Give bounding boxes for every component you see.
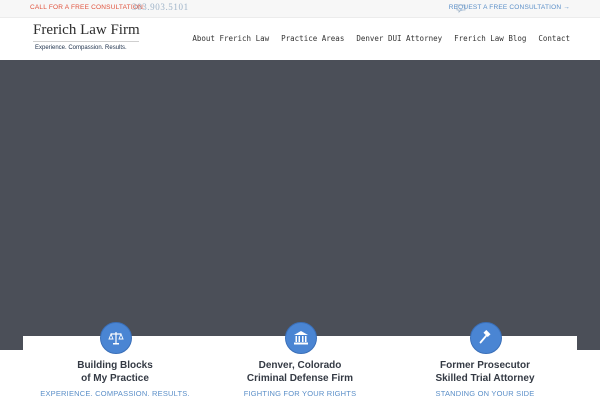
nav-item-practice-areas[interactable]: Practice Areas <box>281 34 344 43</box>
feature-subtitle: EXPERIENCE. COMPASSION. RESULTS. <box>40 389 190 398</box>
nav-item-contact[interactable]: Contact <box>538 34 570 43</box>
feature-icon-circle <box>285 322 317 354</box>
gavel-icon <box>479 330 491 344</box>
feature-title: Former Prosecutor Skilled Trial Attorney <box>393 359 577 385</box>
courthouse-icon <box>294 331 308 345</box>
nav-item-denver-dui-attorney[interactable]: Denver DUI Attorney <box>356 34 442 43</box>
hero-banner <box>0 60 600 350</box>
feature-icon-circle <box>100 322 132 354</box>
logo-divider <box>33 41 139 42</box>
feature-title-line: Building Blocks <box>77 360 153 371</box>
feature-title-line: Former Prosecutor <box>439 360 531 371</box>
logo-title[interactable]: Frerich Law Firm <box>33 22 140 39</box>
feature-title: Denver, Colorado Criminal Defense Firm <box>208 359 392 385</box>
feature-subtitle: FIGHTING FOR YOUR RIGHTS <box>243 389 357 398</box>
nav-item-blog[interactable]: Frerich Law Blog <box>454 34 526 43</box>
feature-title-line: Denver, Colorado <box>258 360 342 371</box>
feature-title-line: Criminal Defense Firm <box>246 373 354 384</box>
feature-title-line: of My Practice <box>81 373 149 384</box>
feature-subtitle: STANDING ON YOUR SIDE <box>435 389 535 398</box>
request-consultation-link[interactable]: REQUEST A FREE CONSULTATION → <box>449 4 570 11</box>
logo-tagline: Experience. Compassion. Results. <box>35 45 127 51</box>
feature-title-line: Skilled Trial Attorney <box>435 373 535 384</box>
nav-item-about[interactable]: About Frerich Law <box>192 34 269 43</box>
call-label: CALL FOR A FREE CONSULTATION: <box>30 4 145 11</box>
feature-title: Building Blocks of My Practice <box>23 359 207 385</box>
scales-icon <box>108 332 124 345</box>
feature-icon-circle <box>470 322 502 354</box>
feature-cards: Building Blocks of My Practice EXPERIENC… <box>23 322 577 406</box>
phone-number[interactable]: 303.903.5101 <box>132 2 189 12</box>
top-bar: CALL FOR A FREE CONSULTATION: 303.903.51… <box>0 0 600 18</box>
main-nav: About Frerich Law Practice Areas Denver … <box>192 34 570 43</box>
site-header: Frerich Law Firm Experience. Compassion.… <box>0 18 600 60</box>
